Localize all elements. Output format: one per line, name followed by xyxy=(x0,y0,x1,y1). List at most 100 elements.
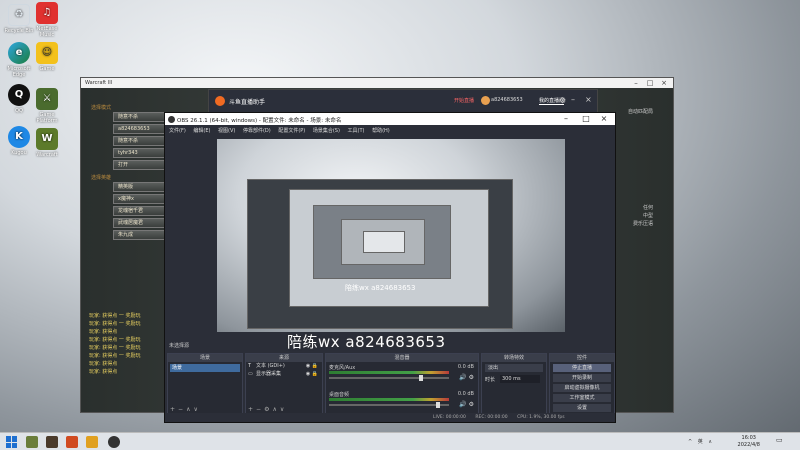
game-slot-1[interactable]: 随意不杀 xyxy=(113,112,169,122)
settings-button[interactable]: 设置 xyxy=(553,404,611,412)
chat-line: 玩家: 获得点 xyxy=(89,329,118,335)
speaker-icon[interactable]: 🔊 xyxy=(459,374,466,381)
mixer-dock-title: 混音器 xyxy=(326,354,478,362)
menu-file[interactable]: 文件(F) xyxy=(169,128,186,134)
scenes-dock-controls: +−∧∨ xyxy=(170,406,201,413)
obs-maximize-icon[interactable]: □ xyxy=(577,113,595,125)
obs-close-icon[interactable]: × xyxy=(595,113,613,125)
game-slot-3[interactable]: 随意不杀 xyxy=(113,136,169,146)
douyu-username: a824683653 xyxy=(491,97,523,103)
system-tray[interactable]: ^ 英 ∧ xyxy=(688,438,714,445)
game-minimize-icon[interactable]: – xyxy=(629,78,643,88)
menu-docks[interactable]: 停靠部件(D) xyxy=(243,128,271,134)
volume-slider[interactable] xyxy=(329,377,449,379)
add-icon[interactable]: + xyxy=(248,406,256,413)
close-icon[interactable]: × xyxy=(585,95,592,104)
remove-icon[interactable]: − xyxy=(178,406,186,413)
game-hero-5[interactable]: 朱九成 xyxy=(113,230,169,240)
obs-preview-canvas[interactable]: 陪练wx a824683653 xyxy=(217,139,565,332)
fire-app-taskbar-icon[interactable] xyxy=(66,436,78,448)
gear-icon[interactable]: ⚙ xyxy=(469,401,474,408)
warcraft-taskbar-icon[interactable] xyxy=(26,436,38,448)
source-item-display[interactable]: ▭ 显示器采集 ◉ 🔒 xyxy=(246,370,322,378)
volume-slider-handle[interactable] xyxy=(436,402,440,408)
game-chat-log: 玩家: 获得点 一 奖励玩 玩家: 获得点 一 奖励玩 玩家: 获得点 玩家: … xyxy=(89,312,161,376)
game-window-title: Warcraft III xyxy=(85,80,113,86)
menu-help[interactable]: 帮助(H) xyxy=(372,128,390,134)
game-hero-4[interactable]: 武魂居魔君 xyxy=(113,218,169,228)
scenes-dock: 场景 场景 +−∧∨ xyxy=(167,353,243,415)
desktop-icon-netease-music[interactable]: ♫ NetEase Music xyxy=(30,2,64,38)
gear-icon[interactable]: ⚙ xyxy=(559,96,566,105)
menu-view[interactable]: 视图(V) xyxy=(218,128,235,134)
notification-icon[interactable]: ▭ xyxy=(776,436,786,448)
app-taskbar-icon[interactable] xyxy=(46,436,58,448)
game-slot-5[interactable]: 打开 xyxy=(113,160,169,170)
scene-item[interactable]: 场景 xyxy=(170,364,240,372)
obs-statusbar: LIVE: 00:00:00 REC: 00:00:00 CPU: 1.9%, … xyxy=(165,413,615,422)
game-hero-3[interactable]: 龙魂宿千君 xyxy=(113,206,169,216)
gear-icon[interactable]: ⚙ xyxy=(469,374,474,381)
game-slot-4[interactable]: tyhr343 xyxy=(113,148,169,158)
menu-scene-collection[interactable]: 场景集合(S) xyxy=(313,128,340,134)
menu-tools[interactable]: 工具(T) xyxy=(348,128,365,134)
desktop-icon-game[interactable]: ☺ Game xyxy=(30,42,64,72)
duration-label: 时长 xyxy=(485,377,496,383)
volume-slider-handle[interactable] xyxy=(419,375,423,381)
controls-dock-title: 控件 xyxy=(550,354,614,362)
obs-window-title: OBS 26.1.1 (64-bit, windows) - 配置文件: 未命名… xyxy=(177,118,342,124)
douyu-live-status[interactable]: 开始直播 xyxy=(454,97,474,104)
minimize-icon[interactable]: – xyxy=(571,95,575,104)
scenes-dock-title: 场景 xyxy=(168,354,242,362)
game-close-icon[interactable]: × xyxy=(657,78,671,88)
game-hero-1[interactable]: 精英版 xyxy=(113,182,169,192)
stop-streaming-button[interactable]: 停止直播 xyxy=(553,364,611,372)
live-timer: LIVE: 00:00:00 xyxy=(433,415,466,420)
game-auto-match: 自动匹配局 xyxy=(627,109,653,115)
remove-icon[interactable]: − xyxy=(256,406,264,413)
douyu-assistant-bar[interactable]: 斗鱼直播助手 开始直播 a824683653 我的直播间 ⚙ – × xyxy=(208,89,598,113)
stream-overlay-text: 陪练wx a824683653 xyxy=(287,333,446,351)
virtual-camera-button[interactable]: 启动虚拟摄像机 xyxy=(553,384,611,392)
volume-slider[interactable] xyxy=(329,404,449,406)
mixer-channel-mic: 麦克风/Aux 0.0 dB 🔊 ⚙ xyxy=(326,362,478,389)
game-taskbar-icon[interactable] xyxy=(86,436,98,448)
move-down-icon[interactable]: ∨ xyxy=(193,406,200,413)
studio-mode-button[interactable]: 工作室模式 xyxy=(553,394,611,402)
move-down-icon[interactable]: ∨ xyxy=(280,406,287,413)
obs-taskbar-icon[interactable] xyxy=(108,436,120,448)
avatar[interactable] xyxy=(481,96,490,105)
recycle-bin-icon: ♻ xyxy=(8,4,30,26)
mixer-icons: 🔊 ⚙ xyxy=(459,374,474,381)
menu-edit[interactable]: 编辑(E) xyxy=(193,128,210,134)
game-hero-2[interactable]: x魔神x xyxy=(113,194,169,204)
game-titlebar[interactable]: Warcraft III – □ × xyxy=(81,78,673,88)
mixer-channel-name: 桌面音频 xyxy=(329,392,350,398)
taskbar-clock[interactable]: 16:03 2022/4/8 xyxy=(738,435,760,449)
move-up-icon[interactable]: ∧ xyxy=(272,406,279,413)
start-recording-button[interactable]: 开始录制 xyxy=(553,374,611,382)
chat-line: 玩家: 获得点 xyxy=(89,369,118,375)
obs-logo-icon xyxy=(168,116,175,123)
obs-minimize-icon[interactable]: – xyxy=(557,113,575,125)
duration-input[interactable]: 300 ms xyxy=(500,375,540,383)
game-slot-2[interactable]: a824683653 xyxy=(113,124,169,134)
game-maximize-icon[interactable]: □ xyxy=(643,78,657,88)
no-source-selected-label: 未选择源 xyxy=(169,343,190,349)
transition-select[interactable]: 淡出 xyxy=(485,364,543,372)
visibility-lock-icons[interactable]: ◉ 🔒 xyxy=(306,362,318,370)
desktop-icon-game-platform[interactable]: ⚔ Game Platform xyxy=(30,88,64,124)
desktop-icon-warcraft[interactable]: W Warcraft xyxy=(30,128,64,158)
visibility-lock-icons[interactable]: ◉ 🔒 xyxy=(306,370,318,378)
speaker-icon[interactable]: 🔊 xyxy=(459,401,466,408)
qq-penguin-icon: Q xyxy=(8,84,30,106)
add-icon[interactable]: + xyxy=(170,406,178,413)
chat-line: 玩家: 获得点 一 奖励玩 xyxy=(89,345,141,351)
obs-window[interactable]: OBS 26.1.1 (64-bit, windows) - 配置文件: 未命名… xyxy=(164,112,616,423)
menu-profile[interactable]: 配置文件(P) xyxy=(278,128,305,134)
windows-start-icon[interactable] xyxy=(6,436,18,448)
source-item-text[interactable]: T 文本 (GDI+) ◉ 🔒 xyxy=(246,362,322,370)
obs-titlebar[interactable]: OBS 26.1.1 (64-bit, windows) - 配置文件: 未命名… xyxy=(165,113,615,125)
chat-line: 玩家: 获得点 一 奖励玩 xyxy=(89,337,141,343)
game-mascot-icon: ☺ xyxy=(36,42,58,64)
